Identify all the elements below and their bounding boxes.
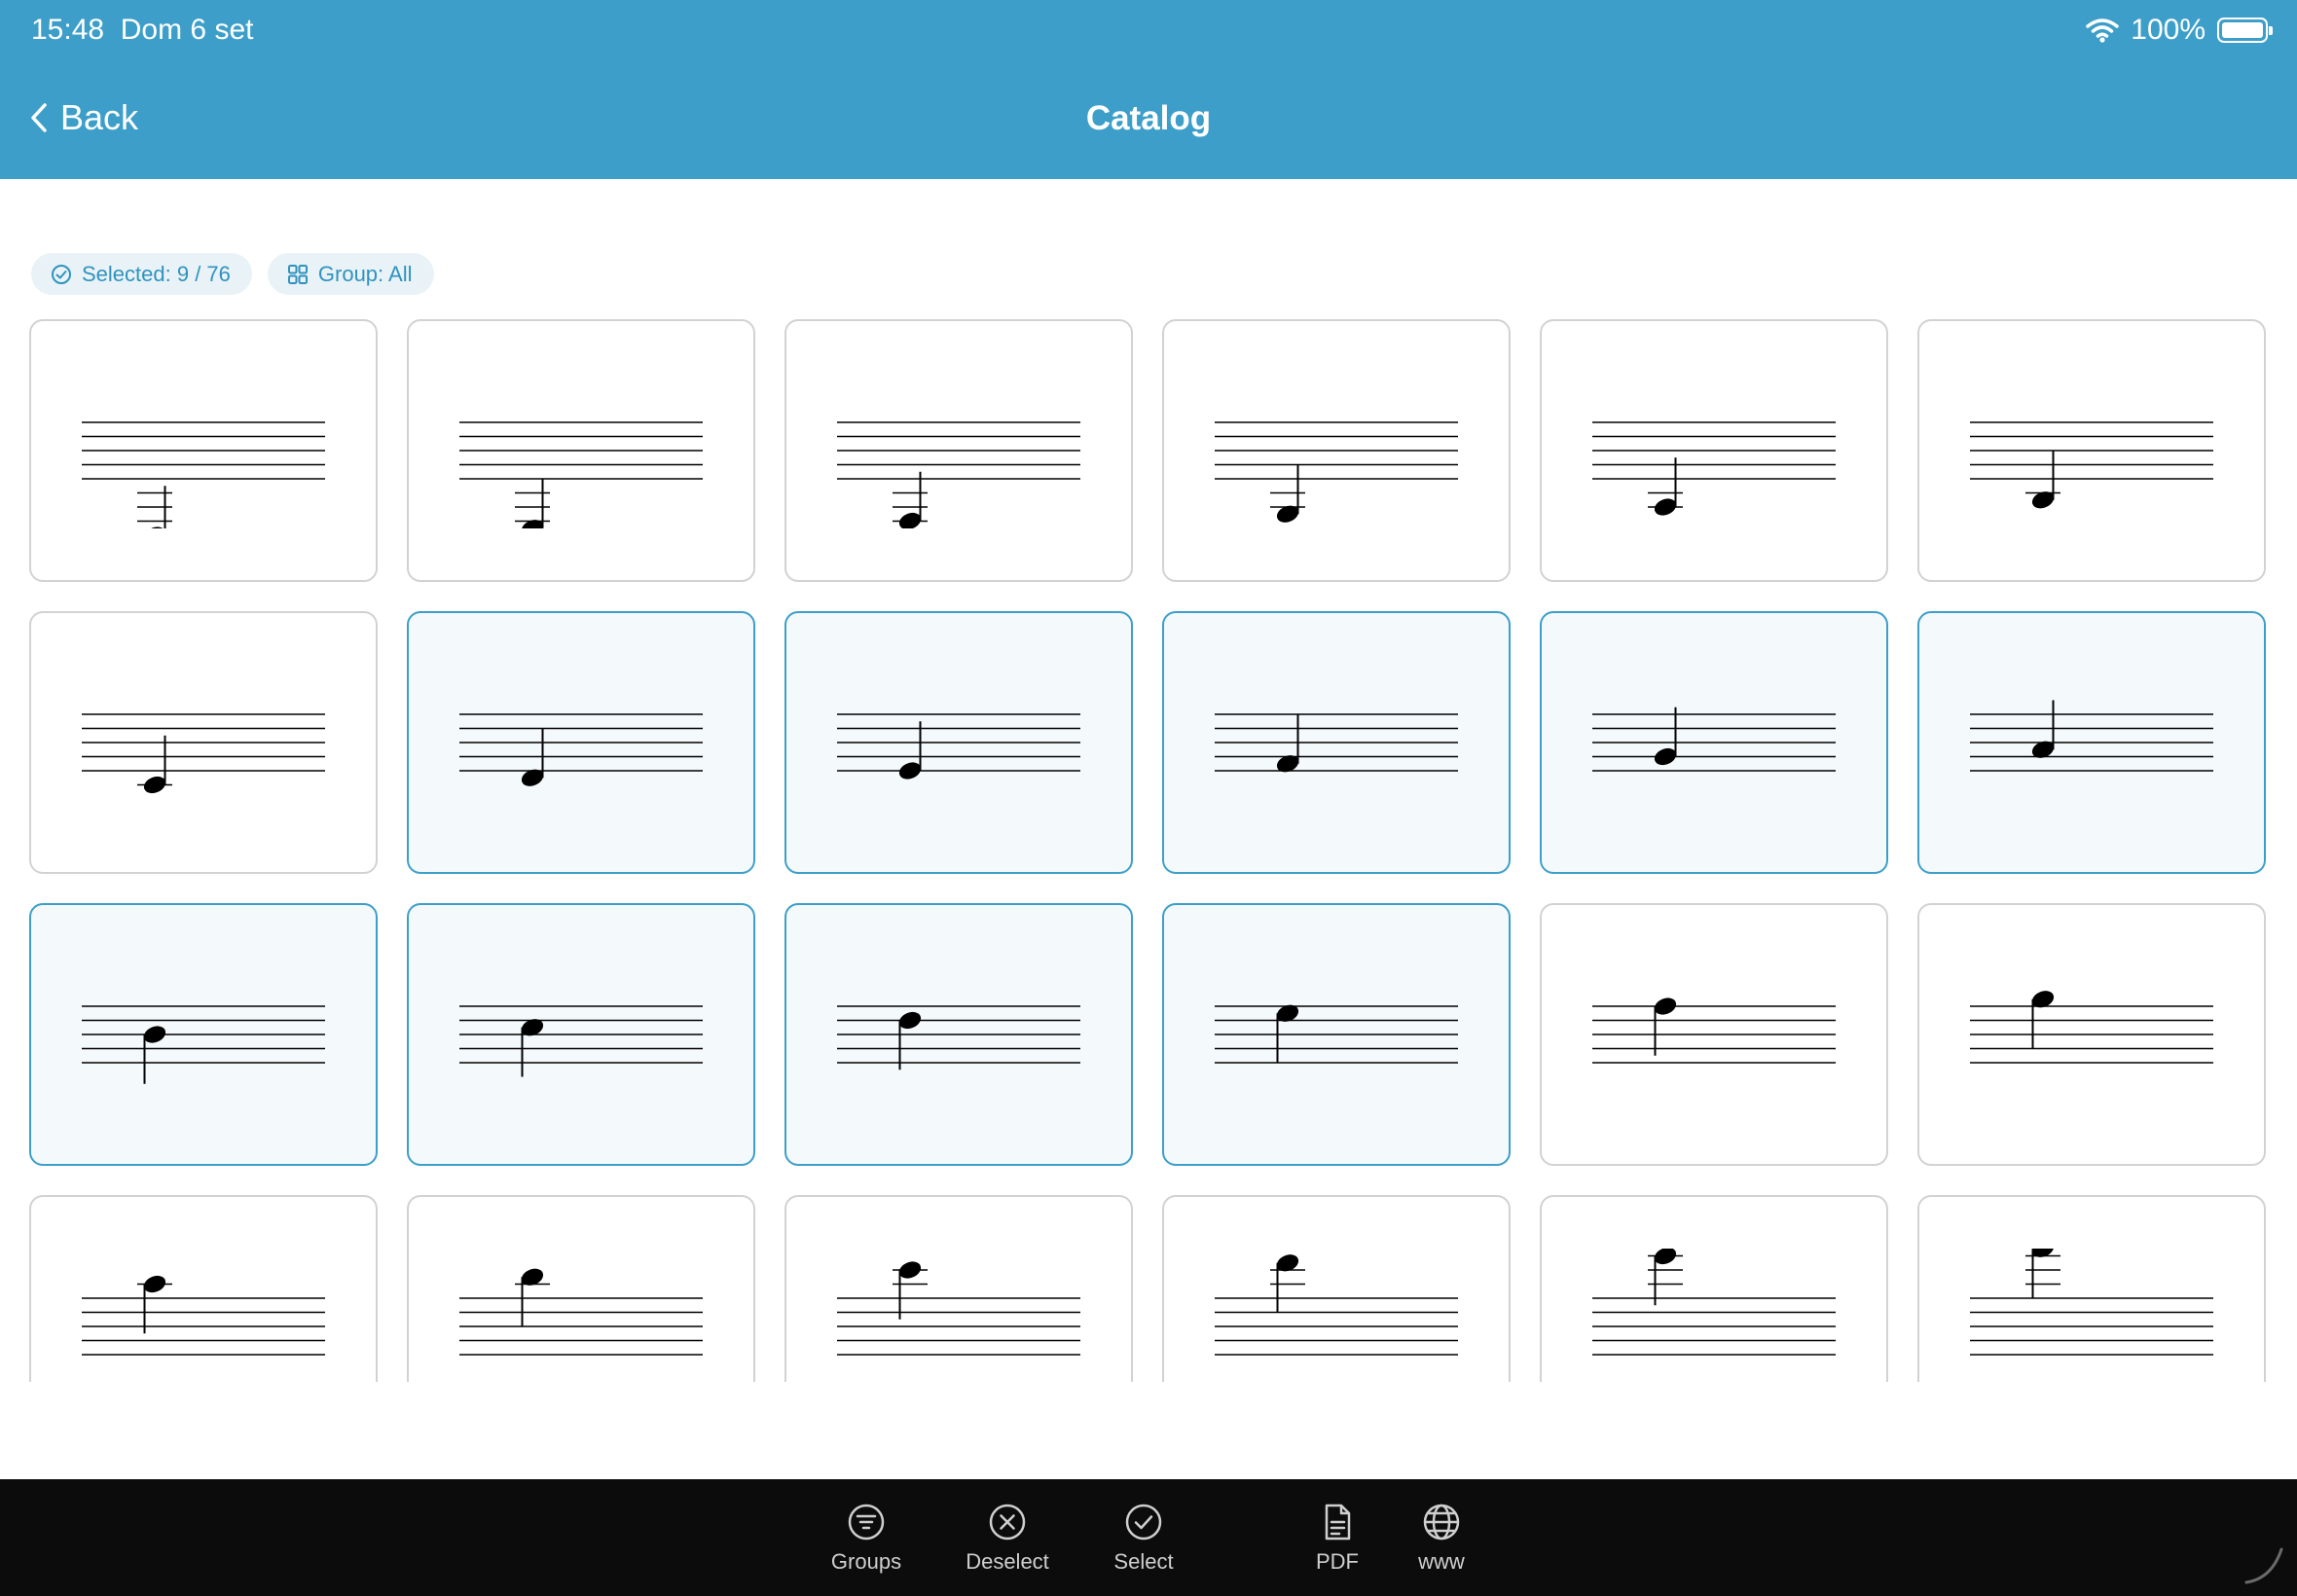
note-card[interactable]: [784, 903, 1133, 1166]
grid-icon: [287, 264, 308, 284]
note-card[interactable]: [784, 1195, 1133, 1382]
music-staff: [1215, 421, 1458, 523]
note-catalog-grid: [29, 319, 2268, 1382]
battery-fill: [2222, 22, 2263, 38]
select-label: Select: [1113, 1549, 1174, 1574]
music-staff: [1970, 700, 2213, 772]
note-card[interactable]: [1540, 611, 1888, 874]
battery-percent: 100%: [2131, 14, 2206, 46]
note-card[interactable]: [1540, 319, 1888, 582]
music-staff: [837, 421, 1080, 528]
note-card[interactable]: [407, 903, 755, 1166]
www-button[interactable]: www: [1373, 1503, 1510, 1575]
music-staff: [459, 1268, 703, 1356]
music-staff: [82, 713, 325, 794]
check-circle-icon: [52, 264, 71, 284]
note-card[interactable]: [29, 903, 378, 1166]
music-staff: [82, 1275, 325, 1356]
note-card[interactable]: [1917, 1195, 2266, 1382]
note-card[interactable]: [784, 319, 1133, 582]
music-staff: [1215, 713, 1458, 773]
groups-icon: [848, 1504, 885, 1541]
groups-label: Groups: [830, 1549, 902, 1574]
status-indicators: 100%: [2086, 14, 2273, 47]
note-card[interactable]: [784, 611, 1133, 874]
note-card[interactable]: [1162, 1195, 1511, 1382]
music-staff: [1215, 1004, 1458, 1064]
music-staff: [82, 1005, 325, 1084]
app-header: 15:48 Dom 6 set 100% Back Catalog: [0, 0, 2297, 179]
music-staff: [837, 1005, 1080, 1070]
globe-icon: [1423, 1504, 1460, 1541]
bottom-toolbar: Groups Deselect Select PDF www: [0, 1479, 2297, 1596]
music-staff: [1592, 1249, 1836, 1356]
note-card[interactable]: [29, 319, 378, 582]
www-label: www: [1418, 1549, 1465, 1574]
battery-icon: [2217, 18, 2273, 43]
music-staff: [82, 421, 325, 528]
music-staff: [837, 1261, 1080, 1356]
note-card[interactable]: [1917, 903, 2266, 1166]
note-card[interactable]: [1162, 611, 1511, 874]
select-button[interactable]: Select: [1076, 1503, 1212, 1575]
page-title: Catalog: [1085, 99, 1212, 137]
note-card[interactable]: [1162, 903, 1511, 1166]
note-card[interactable]: [407, 319, 755, 582]
music-staff: [1970, 991, 2213, 1064]
pdf-icon: [1325, 1504, 1351, 1541]
note-card[interactable]: [407, 1195, 755, 1382]
music-staff: [459, 713, 703, 786]
note-card[interactable]: [29, 1195, 378, 1382]
deselect-button[interactable]: Deselect: [939, 1503, 1076, 1575]
status-time: 15:48 Dom 6 set: [31, 14, 254, 46]
note-card[interactable]: [407, 611, 755, 874]
pdf-label: PDF: [1316, 1549, 1359, 1574]
note-card[interactable]: [1917, 319, 2266, 582]
music-staff: [1215, 1254, 1458, 1356]
note-card[interactable]: [1540, 1195, 1888, 1382]
note-card[interactable]: [29, 611, 378, 874]
music-staff: [837, 713, 1080, 780]
note-card[interactable]: [1917, 611, 2266, 874]
groups-button[interactable]: Groups: [798, 1503, 934, 1575]
wifi-icon: [2086, 18, 2120, 43]
deselect-label: Deselect: [966, 1549, 1049, 1574]
music-staff: [1970, 1249, 2213, 1356]
music-staff: [459, 421, 703, 528]
filter-chips: Selected: 9 / 76 Group: All: [31, 253, 434, 295]
selected-count-chip[interactable]: Selected: 9 / 76: [31, 253, 252, 295]
deselect-icon: [989, 1504, 1026, 1541]
selected-count-label: Selected: 9 / 76: [82, 261, 231, 286]
select-icon: [1125, 1504, 1162, 1541]
music-staff: [1592, 707, 1836, 772]
group-label: Group: All: [317, 261, 413, 286]
music-staff: [1970, 421, 2213, 509]
note-card[interactable]: [1162, 319, 1511, 582]
music-staff: [459, 1005, 703, 1077]
resize-handle-icon[interactable]: [2242, 1543, 2285, 1586]
note-grid: [29, 319, 2268, 1382]
note-card[interactable]: [1540, 903, 1888, 1166]
music-staff: [1592, 421, 1836, 516]
group-chip[interactable]: Group: All: [267, 253, 434, 295]
music-staff: [1592, 998, 1836, 1064]
